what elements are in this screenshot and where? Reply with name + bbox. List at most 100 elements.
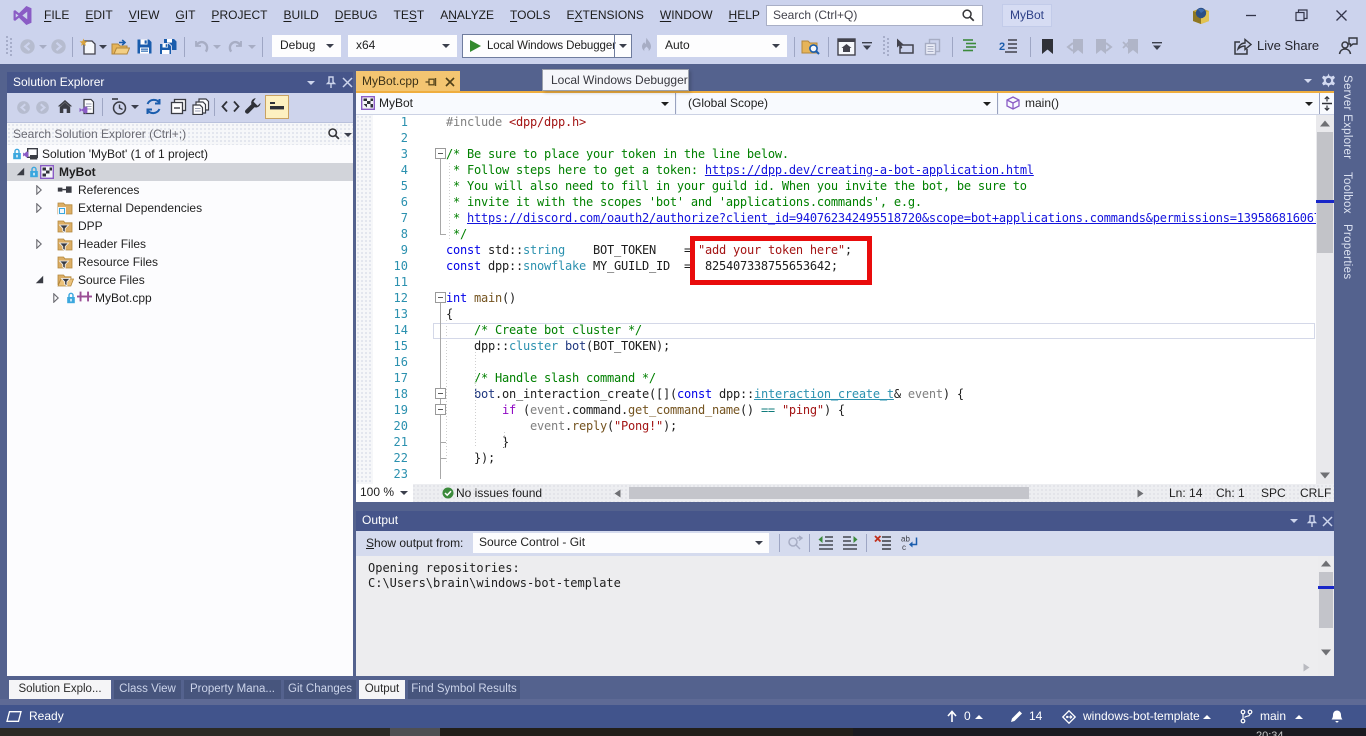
output-scrollbar-thumb[interactable] (1319, 572, 1333, 628)
navigate-back-dropdown[interactable] (39, 45, 47, 49)
git-branch-icon[interactable] (1240, 709, 1253, 724)
overflow-chevron-icon[interactable] (862, 42, 872, 51)
nav-project-dropdown[interactable]: MyBot (356, 93, 676, 114)
format-indent-icon[interactable] (962, 38, 980, 54)
undo-icon[interactable] (192, 38, 210, 55)
tree-item-resource-files[interactable]: Resource Files (7, 253, 353, 271)
editor-horizontal-scrollbar[interactable] (625, 486, 1366, 500)
pending-edits-count[interactable]: 14 (1029, 705, 1042, 728)
menu-tools[interactable]: TOOLS (502, 0, 558, 30)
start-debugging-button[interactable]: Local Windows Debugger (462, 34, 632, 58)
split-window-button[interactable] (1320, 93, 1334, 114)
repository-name[interactable]: windows-bot-template (1083, 705, 1200, 728)
next-message-icon[interactable] (842, 535, 859, 551)
view-code-icon[interactable] (221, 100, 240, 113)
output-source-dropdown[interactable]: Source Control - Git (473, 533, 769, 553)
push-count[interactable]: 0 (964, 705, 971, 728)
hscroll-left-arrow[interactable] (614, 489, 621, 498)
close-panel-icon[interactable] (342, 77, 353, 88)
panel-tab-class-view[interactable]: Class View (114, 680, 181, 699)
scroll-down-arrow[interactable] (1320, 472, 1330, 479)
configuration-dropdown[interactable]: Debug (272, 35, 341, 57)
output-close-icon[interactable] (1322, 516, 1333, 527)
tree-item-header-files[interactable]: Header Files (7, 235, 353, 253)
overflow-chevron-icon-2[interactable] (1152, 42, 1162, 51)
menu-file[interactable]: FILE (36, 0, 77, 30)
code-editor[interactable]: 1#include <dpp/dpp.h>23/* Be sure to pla… (356, 115, 1316, 484)
hscroll-right-arrow[interactable] (1137, 489, 1144, 498)
properties-wrench-icon[interactable] (244, 97, 262, 115)
panel-tab-git-changes[interactable]: Git Changes (284, 680, 356, 699)
tree-item-source-files[interactable]: Source Files (7, 271, 353, 289)
save-all-icon[interactable] (158, 38, 178, 56)
save-icon[interactable] (136, 38, 153, 55)
live-share-icon[interactable] (1232, 36, 1252, 56)
se-search-dropdown[interactable] (344, 133, 352, 137)
se-search-icon[interactable] (327, 127, 341, 141)
preview-selected-items-button[interactable] (265, 95, 289, 119)
push-arrow-icon[interactable] (946, 710, 958, 723)
minimize-button[interactable] (1234, 0, 1268, 30)
document-tab[interactable]: MyBot.cpp (356, 71, 460, 92)
output-pin-icon[interactable] (1306, 515, 1318, 528)
tree-item-mybot-cpp[interactable]: MyBot.cpp (7, 289, 353, 307)
feedback-icon[interactable] (1337, 36, 1358, 56)
panel-tab-find-symbol-results[interactable]: Find Symbol Results (408, 680, 520, 699)
output-content[interactable]: Opening repositories:C:\Users\brain\wind… (356, 556, 1318, 676)
sync-with-active-document-icon[interactable] (78, 98, 95, 115)
repo-icon[interactable] (1062, 710, 1076, 724)
fold-collapse-box[interactable] (435, 148, 446, 159)
menu-help[interactable]: HELP (721, 0, 768, 30)
home-window-icon[interactable] (837, 38, 856, 56)
output-hscroll-arrow[interactable] (1303, 663, 1310, 672)
output-scrollbar[interactable] (1318, 556, 1334, 676)
show-all-files-icon[interactable] (192, 98, 210, 115)
output-scroll-up[interactable] (1321, 560, 1331, 567)
window-position-dropdown[interactable] (307, 81, 315, 85)
new-project-dropdown[interactable] (99, 45, 107, 49)
pencil-icon[interactable] (1010, 710, 1023, 723)
clear-all-icon[interactable] (874, 535, 891, 551)
nav-member-dropdown[interactable]: main() (999, 93, 1320, 114)
tree-item-references[interactable]: References (7, 181, 353, 199)
search-input[interactable]: Search (Ctrl+Q) (766, 5, 983, 26)
repository-dropdown[interactable] (1203, 715, 1211, 719)
push-dropdown[interactable] (975, 715, 983, 719)
expand-arrow-icon[interactable] (36, 185, 42, 195)
collapse-all-icon[interactable] (170, 98, 187, 115)
word-wrap-icon[interactable]: ab c (901, 535, 919, 551)
right-tab-toolbox[interactable]: Toolbox (1341, 172, 1353, 214)
panel-tab-property-mana-[interactable]: Property Mana... (184, 680, 281, 699)
menu-test[interactable]: TEST (385, 0, 432, 30)
output-position-dropdown[interactable] (1290, 519, 1298, 523)
branch-name[interactable]: main (1260, 705, 1286, 728)
previous-message-icon[interactable] (817, 535, 834, 551)
menu-debug[interactable]: DEBUG (327, 0, 386, 30)
user-avatar[interactable] (1190, 4, 1212, 26)
close-button[interactable] (1324, 0, 1358, 30)
new-project-icon[interactable] (79, 38, 97, 56)
collapse-arrow-icon[interactable] (35, 275, 44, 284)
open-file-icon[interactable] (110, 38, 130, 57)
output-title-bar[interactable]: Output (356, 511, 1334, 531)
taskbar-button[interactable] (390, 728, 440, 736)
debug-target-dropdown[interactable] (619, 44, 627, 48)
tab-close-icon[interactable] (445, 77, 455, 87)
menu-build[interactable]: BUILD (275, 0, 326, 30)
find-in-files-icon[interactable] (801, 38, 821, 56)
tree-item-solution-mybot-1-of-1-project-[interactable]: Solution 'MyBot' (1 of 1 project) (7, 145, 353, 163)
navigate-forward-icon[interactable] (50, 38, 67, 55)
navigate-back-icon[interactable] (19, 38, 36, 55)
bookmark-icon[interactable] (1040, 38, 1055, 55)
collapse-arrow-icon[interactable] (16, 167, 25, 176)
task-status-icon[interactable] (6, 711, 22, 722)
menu-view[interactable]: VIEW (121, 0, 168, 30)
redo-dropdown[interactable] (248, 45, 256, 49)
panel-tab-output[interactable]: Output (359, 680, 405, 699)
tab-strip-gear-icon[interactable] (1321, 73, 1336, 88)
solution-explorer-title-bar[interactable]: Solution Explorer (7, 72, 353, 93)
nav-scope-dropdown[interactable]: (Global Scope) (677, 93, 998, 114)
right-tab-server-explorer[interactable]: Server Explorer (1341, 75, 1353, 159)
redo-icon[interactable] (227, 38, 245, 55)
watch-dropdown[interactable]: Auto (657, 35, 787, 57)
